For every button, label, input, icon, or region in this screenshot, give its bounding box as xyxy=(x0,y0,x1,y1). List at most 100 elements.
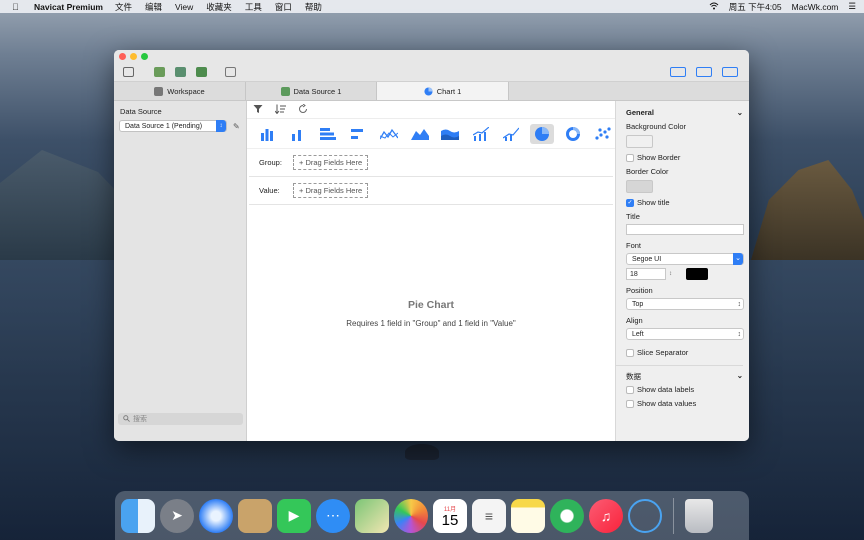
show-title-checkbox[interactable]: ✓ xyxy=(626,198,634,207)
chart-type-scatter-line[interactable] xyxy=(500,124,524,144)
navicat-icon[interactable] xyxy=(628,498,662,533)
align-select[interactable]: Left ↕ xyxy=(626,328,744,340)
grouped-bar-chart-icon xyxy=(292,129,302,141)
close-button[interactable] xyxy=(119,53,126,60)
menu-view[interactable]: View xyxy=(175,2,193,12)
menu-app-name[interactable]: Navicat Premium xyxy=(34,2,103,12)
reminders-icon[interactable]: ≡ xyxy=(472,498,506,533)
right-panel-toggle-icon[interactable] xyxy=(722,67,738,77)
value-drop-zone[interactable]: + Drag Fields Here xyxy=(293,183,369,198)
messages-icon[interactable]: ⋯ xyxy=(316,498,350,533)
left-panel-toggle-icon[interactable] xyxy=(670,67,686,77)
show-data-values-checkbox[interactable] xyxy=(626,399,634,408)
dock-separator xyxy=(673,497,674,534)
filter-icon[interactable] xyxy=(253,104,263,116)
trash-icon[interactable] xyxy=(685,498,713,533)
menu-window[interactable]: 窗口 xyxy=(275,1,292,13)
group-drop-zone[interactable]: + Drag Fields Here xyxy=(293,155,369,170)
scatter-line-chart-icon xyxy=(503,127,520,141)
refresh-icon[interactable] xyxy=(298,103,308,116)
show-data-labels-checkbox[interactable] xyxy=(626,385,634,394)
control-center-icon[interactable]: ☰ xyxy=(848,1,856,12)
top-panel-toggle-icon[interactable] xyxy=(696,67,712,77)
music-icon[interactable]: ♫ xyxy=(589,498,623,533)
show-border-checkbox[interactable] xyxy=(626,153,634,162)
show-data-labels-row[interactable]: Show data labels xyxy=(626,385,749,394)
slice-separator-row[interactable]: Slice Separator xyxy=(626,348,749,357)
new-chart-icon[interactable] xyxy=(175,67,186,77)
general-section-header[interactable]: General ⌄ xyxy=(626,108,749,117)
data-source-select[interactable]: Data Source 1 (Pending) ↕ xyxy=(119,120,227,132)
border-color-label: Border Color xyxy=(626,167,669,176)
chevron-updown-icon[interactable]: ↕ xyxy=(216,120,226,132)
window-body: Data Source Data Source 1 (Pending) ↕ ✎ … xyxy=(114,101,749,441)
chart-type-line[interactable] xyxy=(377,124,401,144)
new-data-source-icon[interactable] xyxy=(154,67,165,77)
chart-placeholder-hint: Requires 1 field in "Group" and 1 field … xyxy=(346,319,516,328)
chart-type-area[interactable] xyxy=(408,124,432,144)
chart-type-stacked-area[interactable] xyxy=(438,124,462,144)
font-color-swatch[interactable] xyxy=(686,268,708,280)
font-label: Font xyxy=(626,241,642,250)
tab-data-source-1[interactable]: Data Source 1 xyxy=(246,82,377,100)
menu-edit[interactable]: 编辑 xyxy=(145,1,162,13)
minimize-button[interactable] xyxy=(130,53,137,60)
show-data-values-label: Show data values xyxy=(637,399,697,408)
launchpad-icon[interactable]: ➤ xyxy=(160,498,194,533)
chart-type-donut[interactable] xyxy=(561,124,585,144)
chart-type-pie[interactable] xyxy=(530,123,554,144)
background-color-label: Background Color xyxy=(626,122,687,131)
calendar-icon[interactable]: 11月 15 xyxy=(433,498,467,533)
font-select[interactable]: Segoe UI ⌄ xyxy=(626,253,744,265)
border-color-swatch[interactable] xyxy=(626,180,653,193)
slice-separator-checkbox[interactable] xyxy=(626,348,634,357)
chart-type-vertical-bar[interactable] xyxy=(255,124,279,144)
photos-icon[interactable] xyxy=(394,498,428,533)
new-dashboard-icon[interactable] xyxy=(196,67,207,77)
background-color-swatch[interactable] xyxy=(626,135,653,148)
show-title-row[interactable]: ✓ Show title xyxy=(626,198,749,207)
tab-workspace[interactable]: Workspace xyxy=(114,82,246,100)
chevron-updown-icon: ↕ xyxy=(737,300,742,308)
sort-icon[interactable] xyxy=(274,104,286,116)
chart-type-grouped-bar[interactable] xyxy=(286,124,310,144)
chart-type-bar-line[interactable] xyxy=(469,124,493,144)
notes-icon[interactable] xyxy=(511,498,545,533)
tab-chart-1[interactable]: Chart 1 xyxy=(377,82,509,100)
chart-type-stacked-horizontal-bar[interactable] xyxy=(347,124,371,144)
maps-icon[interactable] xyxy=(355,498,389,533)
facetime-icon[interactable]: ▶ xyxy=(277,498,311,533)
data-source-icon xyxy=(280,86,290,96)
data-source-panel: Data Source Data Source 1 (Pending) ↕ ✎ … xyxy=(114,101,247,441)
find-my-icon[interactable] xyxy=(550,498,584,533)
search-input[interactable]: 搜索 xyxy=(118,413,243,425)
safari-icon[interactable] xyxy=(199,498,233,533)
finder-icon[interactable] xyxy=(121,498,155,533)
menubar-clock[interactable]: 周五 下午4:05 xyxy=(729,1,782,13)
show-border-row[interactable]: Show Border xyxy=(626,153,749,162)
chart-editor-toolbar xyxy=(247,101,615,119)
menu-help[interactable]: 帮助 xyxy=(305,1,322,13)
zoom-button[interactable] xyxy=(141,53,148,60)
show-data-values-row[interactable]: Show data values xyxy=(626,399,749,408)
menu-tools[interactable]: 工具 xyxy=(245,1,262,13)
duplicate-icon[interactable] xyxy=(225,67,236,77)
tab-workspace-label: Workspace xyxy=(167,86,205,96)
menu-file[interactable]: 文件 xyxy=(115,1,132,13)
chart-type-horizontal-bar[interactable] xyxy=(316,124,340,144)
edit-pencil-icon[interactable]: ✎ xyxy=(233,122,240,131)
value-field-row: Value: + Drag Fields Here xyxy=(249,177,613,205)
chevron-down-icon[interactable]: ⌄ xyxy=(737,108,743,117)
menu-favorites[interactable]: 收藏夹 xyxy=(206,1,232,13)
chart-type-scatter[interactable] xyxy=(591,124,615,144)
save-icon[interactable] xyxy=(123,67,134,77)
chevron-down-icon[interactable]: ⌄ xyxy=(737,371,743,382)
wifi-icon[interactable] xyxy=(709,2,719,12)
data-section-header[interactable]: 数据 ⌄ xyxy=(626,371,749,382)
mail-stamp-icon[interactable] xyxy=(238,498,272,533)
title-input[interactable] xyxy=(626,224,744,235)
font-size-input[interactable]: 18 xyxy=(626,268,666,280)
apple-icon[interactable]:  xyxy=(12,2,26,12)
font-size-stepper[interactable]: ↕ xyxy=(669,271,677,277)
position-select[interactable]: Top ↕ xyxy=(626,298,744,310)
